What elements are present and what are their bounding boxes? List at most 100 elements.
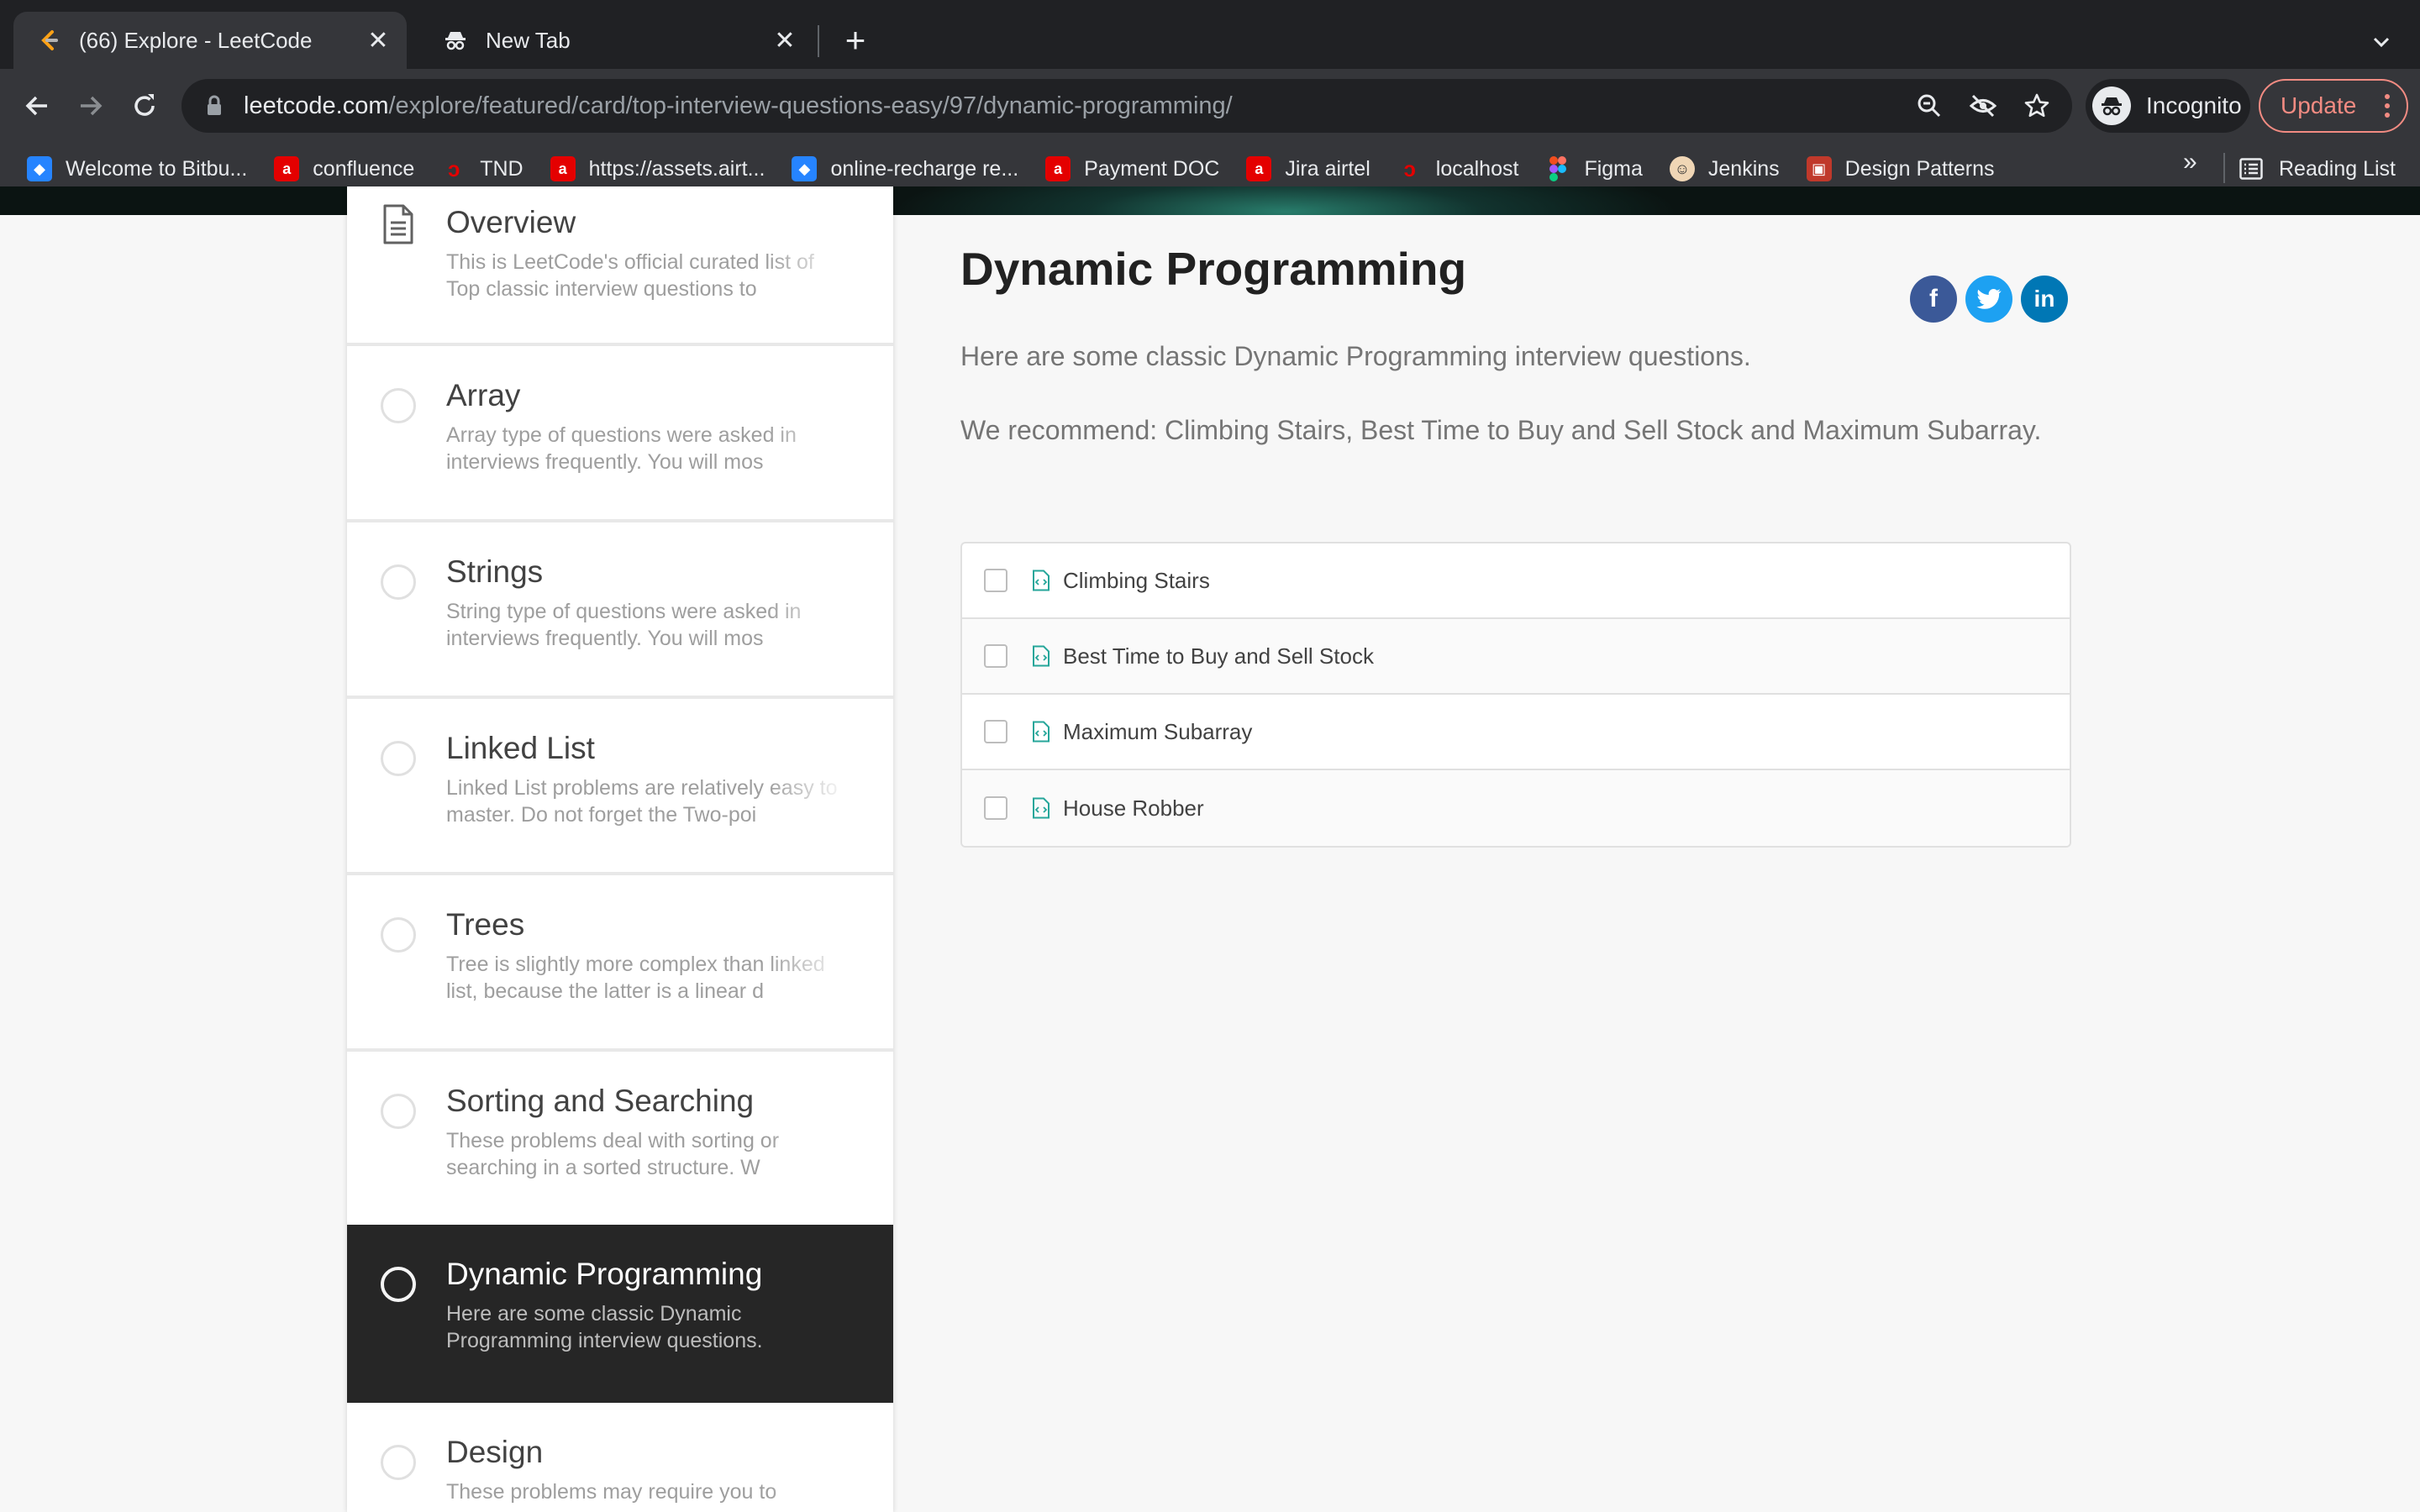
code-file-icon (1031, 569, 1051, 592)
tracking-protection-eye-icon[interactable] (1965, 87, 2002, 124)
progress-circle-icon (381, 1445, 416, 1480)
address-bar[interactable]: leetcode.com/explore/featured/card/top-i… (182, 79, 2072, 133)
question-row[interactable]: Climbing Stairs (962, 543, 2070, 619)
bookmark-item[interactable]: ↄ TND (441, 156, 523, 181)
bitbucket-icon: ◆ (27, 156, 52, 181)
bitbucket-icon: ◆ (792, 156, 818, 181)
airtel-icon: ↄ (448, 155, 460, 181)
question-checkbox[interactable] (984, 569, 1007, 592)
bookmarks-divider (2223, 153, 2225, 183)
question-title[interactable]: House Robber (1063, 795, 1204, 822)
chapter-title: Sorting and Searching (446, 1084, 755, 1118)
tab-leetcode[interactable]: (66) Explore - LeetCode ✕ (13, 12, 407, 69)
tab-title: (66) Explore - LeetCode (79, 27, 313, 53)
chapter-description: Here are some classic Dynamic Programmin… (446, 1300, 858, 1354)
chapter-description: Tree is slightly more complex than linke… (446, 951, 858, 1005)
incognito-favicon-icon (442, 27, 469, 54)
chapter-title: Linked List (446, 731, 595, 765)
chapter-card-overview[interactable]: Overview This is LeetCode's official cur… (347, 186, 893, 346)
chapter-description: This is LeetCode's official curated list… (446, 249, 858, 302)
tab-title: New Tab (486, 27, 571, 53)
chapter-title: Array (446, 378, 521, 412)
url-path: /explore/featured/card/top-interview-que… (388, 92, 1233, 119)
chapter-title: Design (446, 1435, 544, 1469)
airtel-icon: a (274, 156, 300, 181)
chapter-card-linked-list[interactable]: Linked List Linked List problems are rel… (347, 699, 893, 875)
question-title[interactable]: Climbing Stairs (1063, 568, 1210, 594)
linkedin-share-icon[interactable]: in (2021, 276, 2068, 323)
url-text[interactable]: leetcode.com/explore/featured/card/top-i… (244, 92, 1911, 120)
chapter-card-sorting-and-searching[interactable]: Sorting and Searching These problems dea… (347, 1052, 893, 1228)
code-file-icon (1031, 644, 1051, 668)
bookmark-item[interactable]: ☺ Jenkins (1669, 156, 1780, 181)
tab-search-chevron-icon[interactable] (2363, 24, 2400, 60)
airtel-icon: a (550, 156, 576, 181)
bookmark-item[interactable]: a confluence (274, 156, 414, 181)
chapter-description: These problems may require you to (446, 1478, 858, 1505)
question-row[interactable]: House Robber (962, 770, 2070, 846)
airtel-icon: a (1246, 156, 1272, 181)
update-label: Update (2281, 92, 2357, 118)
reload-icon[interactable] (121, 82, 168, 129)
tab-strip: (66) Explore - LeetCode ✕ New Tab ✕ + (0, 0, 2420, 69)
reading-list-label: Reading List (2279, 156, 2396, 181)
lock-icon[interactable] (202, 95, 227, 117)
question-row[interactable]: Maximum Subarray (962, 695, 2070, 770)
bookmark-label: confluence (313, 156, 415, 181)
chapter-card-trees[interactable]: Trees Tree is slightly more complex than… (347, 875, 893, 1052)
document-icon (381, 203, 416, 245)
bookmark-item[interactable]: ◆ online-recharge re... (792, 156, 1018, 181)
chapter-card-strings[interactable]: Strings String type of questions were as… (347, 522, 893, 699)
chapter-card-design[interactable]: Design These problems may require you to (347, 1403, 893, 1512)
banner-glow (891, 186, 1681, 215)
page-title: Dynamic Programming (960, 243, 1467, 295)
question-checkbox[interactable] (984, 720, 1007, 743)
code-file-icon (1031, 720, 1051, 743)
bookmark-item[interactable]: a https://assets.airt... (550, 156, 765, 181)
bookmark-label: https://assets.airt... (588, 156, 765, 181)
incognito-indicator[interactable]: Incognito (2086, 79, 2250, 133)
close-tab-icon[interactable]: ✕ (770, 25, 800, 55)
bookmark-star-icon[interactable] (2018, 87, 2055, 124)
bookmark-item[interactable]: Figma (1545, 156, 1643, 181)
chapter-description-line: Tree is slightly more complex than linke… (446, 953, 825, 976)
figma-icon (1545, 156, 1570, 181)
question-title[interactable]: Maximum Subarray (1063, 719, 1252, 745)
chapter-title: Overview (446, 205, 576, 239)
kebab-menu-icon[interactable] (2375, 93, 2400, 118)
chapter-description-line: This is LeetCode's official curated list… (446, 250, 814, 274)
chapter-description: Linked List problems are relatively easy… (446, 774, 858, 828)
bookmark-label: Payment DOC (1084, 156, 1220, 181)
twitter-share-icon[interactable] (1965, 276, 2012, 323)
forward-arrow-icon[interactable] (67, 82, 114, 129)
bookmark-item[interactable]: a Jira airtel (1246, 156, 1370, 181)
bookmark-item[interactable]: a Payment DOC (1045, 156, 1219, 181)
question-row[interactable]: Best Time to Buy and Sell Stock (962, 619, 2070, 695)
bookmark-item[interactable]: ▣ Design Patterns (1806, 156, 1995, 181)
chapter-description: These problems deal with sorting or sear… (446, 1127, 858, 1181)
chapter-card-array[interactable]: Array Array type of questions were asked… (347, 346, 893, 522)
chapter-description-line: These problems may require you to (446, 1480, 777, 1504)
chapter-recommendation: We recommend: Climbing Stairs, Best Time… (960, 415, 2042, 445)
reading-list-icon (2238, 156, 2264, 181)
bookmarks-overflow-chevron-icon[interactable]: » (2183, 148, 2197, 176)
tab-new-tab[interactable]: New Tab ✕ (420, 12, 813, 69)
bookmark-item[interactable]: ◆ Welcome to Bitbu... (27, 156, 247, 181)
back-arrow-icon[interactable] (13, 82, 60, 129)
new-tab-button[interactable]: + (837, 20, 874, 60)
progress-circle-icon (381, 741, 416, 776)
question-checkbox[interactable] (984, 644, 1007, 668)
chapter-card-dynamic-programming[interactable]: Dynamic Programming Here are some classi… (347, 1225, 893, 1403)
question-title[interactable]: Best Time to Buy and Sell Stock (1063, 643, 1374, 669)
question-checkbox[interactable] (984, 796, 1007, 820)
close-tab-icon[interactable]: ✕ (363, 25, 393, 55)
airtel-icon: a (1045, 156, 1071, 181)
chapter-description-line: interviews frequently. You will mos (446, 450, 764, 474)
facebook-share-icon[interactable]: f (1910, 276, 1957, 323)
zoom-icon[interactable] (1911, 87, 1948, 124)
bookmark-item[interactable]: ↄ localhost (1397, 156, 1519, 181)
chapter-description-line: list, because the latter is a linear d (446, 979, 764, 1003)
update-button[interactable]: Update (2259, 79, 2408, 133)
progress-circle-icon (381, 1267, 416, 1302)
chapter-description-line: interviews frequently. You will mos (446, 627, 764, 650)
